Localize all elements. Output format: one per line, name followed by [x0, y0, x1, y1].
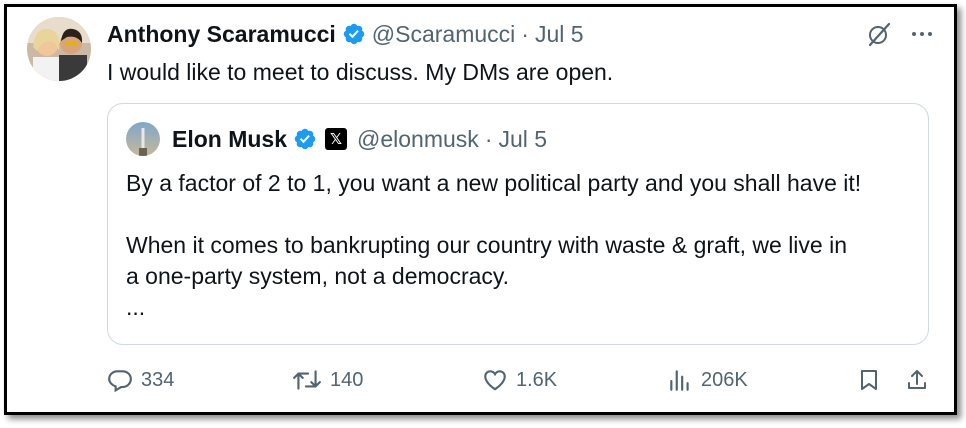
repost-icon [293, 370, 321, 390]
quoted-author-name[interactable]: Elon Musk [172, 126, 287, 153]
repost-count: 140 [330, 368, 364, 391]
x-affiliate-badge-icon: 𝕏 [325, 128, 348, 150]
bookmark-button[interactable] [857, 367, 881, 393]
author-name[interactable]: Anthony Scaramucci [107, 21, 336, 48]
quoted-text-ellipsis: ... [126, 294, 146, 320]
share-icon [908, 370, 926, 389]
tweet-date[interactable]: Jul 5 [535, 21, 584, 48]
repost-button[interactable]: 140 [292, 367, 363, 393]
more-icon[interactable] [910, 22, 934, 51]
bookmark-icon [861, 370, 877, 390]
quoted-tweet-date[interactable]: Jul 5 [498, 126, 547, 153]
quoted-text-line: a one-party system, not a democracy. [126, 263, 510, 289]
views-icon [670, 370, 689, 391]
author-handle[interactable]: @Scaramucci [372, 21, 516, 48]
tweet-card[interactable]: Anthony Scaramucci @Scaramucci · Jul 5 I… [4, 4, 957, 415]
like-button[interactable]: 1.6K [482, 367, 557, 393]
heart-icon [484, 370, 506, 391]
reply-button[interactable]: 334 [107, 367, 174, 393]
quoted-tweet-header: Elon Musk 𝕏 @elonmusk · Jul 5 [126, 122, 547, 156]
quoted-tweet[interactable]: Elon Musk 𝕏 @elonmusk · Jul 5 By a facto… [107, 103, 929, 345]
quoted-text-line: When it comes to bankrupting our country… [126, 232, 847, 258]
grok-icon[interactable] [866, 21, 892, 52]
verified-badge-icon [293, 127, 317, 151]
separator-dot: · [484, 125, 493, 152]
action-bar: 334 140 1.6K 206K [107, 367, 927, 399]
quoted-author-handle[interactable]: @elonmusk [357, 126, 479, 153]
tweet-text: I would like to meet to discuss. My DMs … [107, 59, 614, 85]
reply-count: 334 [141, 368, 175, 391]
views-button[interactable]: 206K [667, 367, 748, 393]
share-button[interactable] [905, 367, 929, 393]
quoted-author-avatar [126, 122, 160, 156]
top-right-icons [866, 21, 934, 52]
author-avatar[interactable] [27, 17, 91, 81]
quoted-tweet-text: By a factor of 2 to 1, you want a new po… [126, 168, 910, 323]
like-count: 1.6K [516, 368, 558, 391]
separator-dot: · [521, 20, 529, 47]
view-count: 206K [701, 368, 748, 391]
quoted-text-line: By a factor of 2 to 1, you want a new po… [126, 170, 862, 196]
verified-badge-icon [342, 22, 366, 46]
tweet-header: Anthony Scaramucci @Scaramucci · Jul 5 [107, 17, 934, 51]
reply-icon [108, 370, 132, 393]
